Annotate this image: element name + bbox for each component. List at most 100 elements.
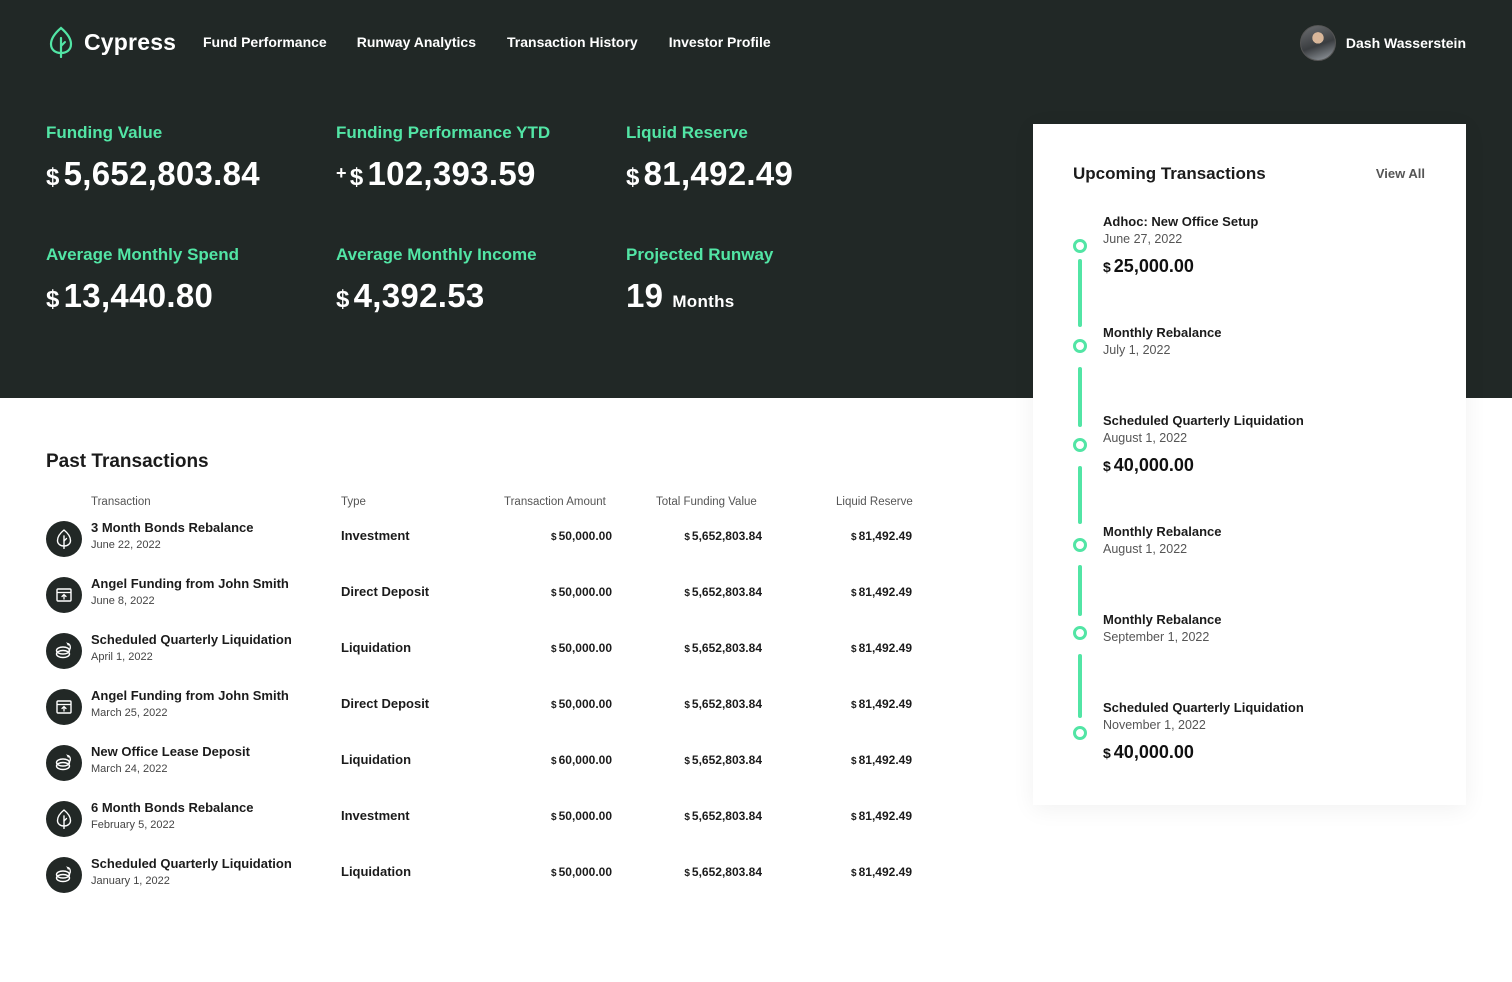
stat-label: Funding Value — [46, 123, 163, 142]
amount-value: 81,492.49 — [858, 697, 912, 711]
currency-symbol: $ — [851, 532, 857, 543]
transaction-amount: $50,000.00 — [551, 865, 612, 879]
transaction-name: Angel Funding from John Smith — [91, 688, 289, 703]
upcoming-item-name: Scheduled Quarterly Liquidation — [1103, 413, 1304, 428]
column-header-total-funding[interactable]: Total Funding Value — [656, 496, 757, 508]
tree-icon — [46, 521, 82, 557]
coins-icon — [46, 857, 82, 893]
stat-avg-income: Average Monthly Income $ 4,392.53 — [336, 245, 537, 315]
stat-avg-spend: Average Monthly Spend $ 13,440.80 — [46, 245, 239, 315]
currency-symbol: $ — [684, 644, 690, 655]
nav-runway-analytics[interactable]: Runway Analytics — [357, 34, 476, 50]
table-row[interactable]: Angel Funding from John Smith March 25, 2… — [46, 687, 916, 735]
amount-value: 50,000.00 — [558, 641, 612, 655]
table-row[interactable]: Scheduled Quarterly Liquidation April 1, … — [46, 631, 916, 679]
upcoming-item-date: June 27, 2022 — [1103, 232, 1183, 246]
stat-label: Funding Performance YTD — [336, 123, 551, 142]
upcoming-item-name: Monthly Rebalance — [1103, 325, 1222, 340]
column-header-transaction[interactable]: Transaction — [91, 496, 151, 508]
brand-logo[interactable]: Cypress — [48, 26, 176, 58]
upcoming-item[interactable]: Monthly Rebalance September 1, 2022 — [1103, 612, 1221, 644]
amount-value: 81,492.49 — [858, 809, 912, 823]
nav-transaction-history[interactable]: Transaction History — [507, 34, 638, 50]
amount-value: 25,000.00 — [1113, 256, 1194, 276]
stat-amount: 102,393.59 — [367, 155, 536, 192]
currency-symbol: $ — [551, 700, 557, 711]
stat-funding-ytd: Funding Performance YTD + $ 102,393.59 — [336, 123, 550, 193]
currency-symbol: $ — [46, 286, 60, 313]
card-title: Upcoming Transactions — [1073, 164, 1266, 183]
nav-investor-profile[interactable]: Investor Profile — [669, 34, 771, 50]
stat-label: Projected Runway — [626, 245, 774, 264]
transaction-date: February 5, 2022 — [91, 819, 175, 831]
transaction-name: 3 Month Bonds Rebalance — [91, 520, 254, 535]
transaction-type: Direct Deposit — [341, 584, 430, 599]
currency-symbol: $ — [851, 588, 857, 599]
table-row[interactable]: 6 Month Bonds Rebalance February 5, 2022 I… — [46, 799, 916, 847]
currency-symbol: $ — [684, 588, 690, 599]
table-row[interactable]: 3 Month Bonds Rebalance June 22, 2022 Inve… — [46, 519, 916, 567]
coins-icon — [46, 633, 82, 669]
brand-name: Cypress — [84, 28, 177, 55]
timeline-segment — [1078, 654, 1082, 718]
table-row[interactable]: New Office Lease Deposit March 24, 2022 Li… — [46, 743, 916, 791]
column-header-liquid-reserve[interactable]: Liquid Reserve — [836, 496, 913, 508]
timeline-dot — [1073, 438, 1087, 452]
liquid-reserve-value: $81,492.49 — [851, 641, 912, 655]
nav-fund-performance[interactable]: Fund Performance — [203, 34, 327, 50]
amount-value: 40,000.00 — [1113, 455, 1194, 475]
currency-symbol: $ — [1103, 458, 1111, 474]
view-all-link[interactable]: View All — [1376, 166, 1425, 181]
amount-value: 5,652,803.84 — [691, 585, 762, 599]
timeline-segment — [1078, 565, 1082, 616]
tree-logo-icon — [49, 26, 73, 58]
amount-value: 50,000.00 — [558, 809, 612, 823]
total-funding-value: $5,652,803.84 — [684, 641, 762, 655]
main-nav: Fund Performance Runway Analytics Transa… — [203, 34, 771, 50]
amount-value: 5,652,803.84 — [691, 529, 762, 543]
table-row[interactable]: Scheduled Quarterly Liquidation January 1… — [46, 855, 916, 903]
stat-value: $ 13,440.80 — [46, 277, 239, 315]
total-funding-value: $5,652,803.84 — [684, 585, 762, 599]
transaction-amount: $50,000.00 — [551, 641, 612, 655]
stat-label: Liquid Reserve — [626, 123, 748, 142]
stat-value: $ 81,492.49 — [626, 155, 793, 193]
user-name: Dash Wasserstein — [1345, 35, 1466, 51]
transaction-name: Scheduled Quarterly Liquidation — [91, 632, 292, 647]
column-header-type[interactable]: Type — [341, 496, 366, 508]
column-header-amount[interactable]: Transaction Amount — [504, 496, 606, 508]
stat-label: Average Monthly Income — [336, 245, 537, 264]
total-funding-value: $5,652,803.84 — [684, 529, 762, 543]
upcoming-item-name: Monthly Rebalance — [1103, 612, 1222, 627]
amount-value: 50,000.00 — [558, 585, 612, 599]
amount-value: 5,652,803.84 — [691, 641, 762, 655]
stat-projected-runway: Projected Runway 19 Months — [626, 245, 773, 315]
upcoming-item[interactable]: Monthly Rebalance July 1, 2022 — [1103, 325, 1221, 357]
upcoming-item-date: September 1, 2022 — [1103, 630, 1210, 644]
upcoming-item[interactable]: Scheduled Quarterly Liquidation November… — [1103, 700, 1304, 763]
upcoming-item-date: August 1, 2022 — [1103, 431, 1188, 445]
stat-amount: 4,392.53 — [353, 277, 485, 314]
upcoming-item[interactable]: Scheduled Quarterly Liquidation August 1… — [1103, 413, 1304, 476]
amount-value: 5,652,803.84 — [691, 865, 762, 879]
timeline-dot — [1073, 239, 1087, 253]
upcoming-item[interactable]: Monthly Rebalance August 1, 2022 — [1103, 524, 1221, 556]
transaction-amount: $50,000.00 — [551, 585, 612, 599]
avatar[interactable] — [1299, 25, 1336, 61]
user-menu[interactable]: Dash Wasserstein — [1299, 25, 1466, 61]
amount-value: 5,652,803.84 — [691, 753, 762, 767]
currency-symbol: $ — [551, 756, 557, 767]
currency-symbol: $ — [851, 700, 857, 711]
past-transactions-title: Past Transactions — [46, 451, 209, 472]
transaction-amount: $50,000.00 — [551, 529, 612, 543]
upcoming-item[interactable]: Adhoc: New Office Setup June 27, 2022 $2… — [1103, 214, 1258, 277]
currency-symbol: $ — [684, 756, 690, 767]
currency-symbol: $ — [626, 164, 640, 191]
table-row[interactable]: Angel Funding from John Smith June 8, 202… — [46, 575, 916, 623]
plus-sign: + — [336, 163, 347, 183]
upcoming-item-date: November 1, 2022 — [1103, 718, 1206, 732]
currency-symbol: $ — [551, 868, 557, 879]
upcoming-item-amount: $40,000.00 — [1103, 742, 1304, 763]
timeline-segment — [1078, 259, 1082, 327]
liquid-reserve-value: $81,492.49 — [851, 529, 912, 543]
